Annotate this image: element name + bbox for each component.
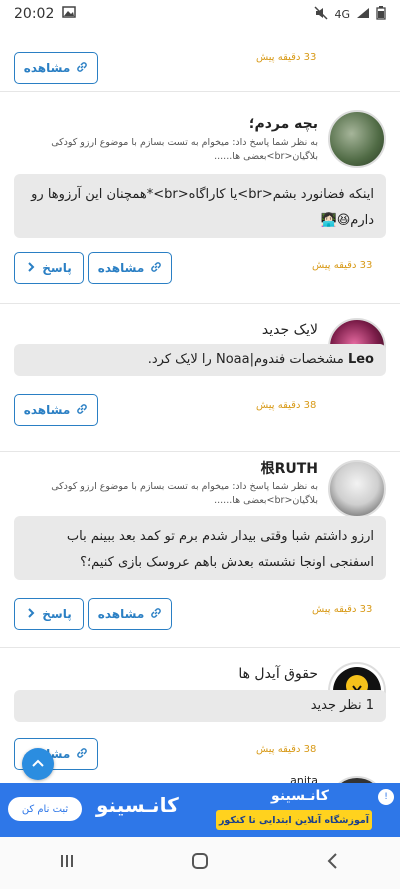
gallery-icon (62, 6, 77, 22)
system-nav-bar (0, 837, 400, 889)
view-button-label: مشاهده (97, 261, 145, 275)
recent-apps-button[interactable] (47, 843, 87, 883)
avatar[interactable] (328, 110, 386, 168)
network-type: 4G (334, 7, 350, 21)
signup-button[interactable]: ثبت نام کن (8, 797, 82, 821)
reply-button[interactable]: پاسخ (14, 252, 84, 284)
signal-icon (356, 7, 370, 22)
status-bar: 20:02 4G (0, 0, 400, 28)
link-icon (150, 607, 162, 622)
status-time: 20:02 (14, 6, 55, 22)
back-icon (326, 852, 340, 874)
link-icon (76, 61, 88, 76)
view-button[interactable]: مشاهده (14, 394, 98, 426)
like-text: مشخصات فندوم|Noaa را لایک کرد. (147, 352, 348, 367)
comment-bubble: ارزو داشتم شبا وقتی بیدار شدم برم تو کمد… (14, 516, 386, 580)
home-button[interactable] (180, 843, 220, 883)
notification-card: بچه مردم؛ به نظر شما پاسخ داد: میخوام به… (0, 92, 400, 304)
notification-time: 38 دقیقه پیش (256, 744, 317, 755)
user-name[interactable]: بچه مردم؛ (249, 116, 318, 132)
avatar[interactable] (328, 776, 386, 783)
notification-title: لایک جدید (261, 322, 318, 338)
home-icon (191, 852, 209, 874)
mute-icon (314, 5, 328, 23)
link-icon (76, 747, 88, 762)
link-icon (150, 261, 162, 276)
comment-bubble: اینکه فضانورد بشم<br>یا کاراگاه<br>*همچن… (14, 174, 386, 238)
notification-card: حقوق آیدل ها 1 نظر جدید مشاهده 38 دقیقه … (0, 648, 400, 783)
user-name[interactable]: anjta (290, 774, 318, 783)
back-button[interactable] (313, 843, 353, 883)
reply-summary: به نظر شما پاسخ داد: میخوام به تست بسازم… (51, 137, 318, 162)
view-button[interactable]: مشاهده (88, 598, 172, 630)
banner-logo: کانـسینو (96, 793, 179, 817)
banner-logo-small: کانـسینو (271, 788, 329, 804)
reply-button-label: پاسخ (42, 261, 72, 275)
notification-card: لایک جدید Leo مشخصات فندوم|Noaa را لایک … (0, 304, 400, 452)
banner-tagline: آموزشگاه آنلاین ابتدایی تا کنکور (216, 810, 372, 830)
user-name[interactable]: 根RUTH (261, 458, 318, 478)
reply-button[interactable]: پاسخ (14, 598, 84, 630)
notification-card: anjta (0, 768, 400, 783)
avatar[interactable] (328, 460, 386, 518)
chevron-right-icon (26, 261, 36, 276)
notification-time: 33 دقیقه پیش (312, 260, 373, 271)
reply-summary: به نظر شما پاسخ داد: میخوام به تست بسازم… (51, 481, 318, 506)
notification-feed[interactable]: مشاهده 33 دقیقه پیش بچه مردم؛ به نظر شما… (0, 28, 400, 783)
notification-bubble: 1 نظر جدید (14, 690, 386, 722)
notification-card: 根RUTH به نظر شما پاسخ داد: میخوام به تست… (0, 452, 400, 648)
recent-apps-icon (59, 853, 75, 873)
status-left: 20:02 (14, 6, 77, 22)
view-button-label: مشاهده (97, 607, 145, 621)
notification-time: 38 دقیقه پیش (256, 400, 317, 411)
ad-banner[interactable]: ثبت نام کن کانـسینو کانـسینو آموزشگاه آن… (0, 783, 400, 837)
notification-card: مشاهده 33 دقیقه پیش (0, 28, 400, 92)
notification-title: حقوق آیدل ها (238, 666, 318, 682)
reply-button-label: پاسخ (42, 607, 72, 621)
info-icon[interactable]: ! (378, 789, 394, 805)
view-button-label: مشاهده (23, 403, 71, 417)
view-button[interactable]: مشاهده (14, 52, 98, 84)
link-icon (76, 403, 88, 418)
notification-time: 33 دقیقه پیش (256, 52, 317, 63)
battery-icon (376, 5, 386, 23)
view-button[interactable]: مشاهده (88, 252, 172, 284)
notification-bubble: Leo مشخصات فندوم|Noaa را لایک کرد. (14, 344, 386, 376)
view-button-label: مشاهده (23, 61, 71, 75)
notification-time: 33 دقیقه پیش (312, 604, 373, 615)
liker-name[interactable]: Leo (348, 352, 374, 367)
status-right: 4G (314, 5, 386, 23)
chevron-up-icon (31, 756, 45, 772)
scroll-top-button[interactable] (22, 748, 54, 780)
chevron-right-icon (26, 607, 36, 622)
